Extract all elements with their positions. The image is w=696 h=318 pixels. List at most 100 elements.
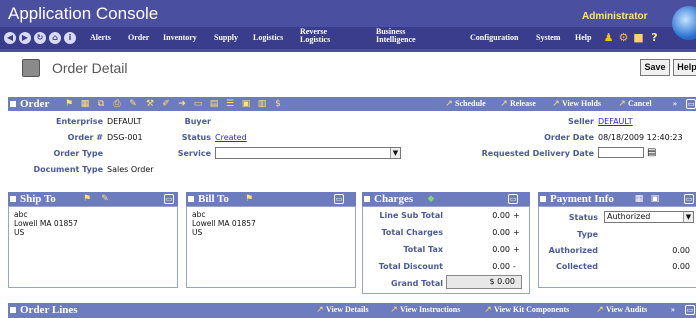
payment-type-label: Type <box>577 230 598 239</box>
flag-icon[interactable]: ⚑ <box>82 194 92 204</box>
dropdown-arrow-icon: ▼ <box>683 212 693 222</box>
order-lines-title: Order Lines <box>20 304 78 316</box>
service-select[interactable]: ▼ <box>215 147 401 159</box>
payment-info-title: Payment Info <box>550 193 614 205</box>
nav-logistics[interactable]: Logistics <box>253 34 283 42</box>
total-charges-value: 0.00 <box>492 228 510 237</box>
nav-system[interactable]: System <box>536 34 560 42</box>
minimize-icon[interactable]: ▭ <box>334 194 344 204</box>
palette-icon[interactable]: ■ <box>632 31 645 44</box>
wallet-icon[interactable]: ▣ <box>650 194 660 204</box>
address-line: Lowell MA 01857 <box>14 219 78 228</box>
total-discount-value: 0.00 <box>492 262 510 271</box>
collapse-square-icon[interactable] <box>364 196 370 202</box>
settings-icon[interactable]: ⚙ <box>617 31 630 44</box>
currency-icon[interactable]: $ <box>273 99 283 109</box>
nav-inventory[interactable]: Inventory <box>163 34 197 42</box>
seller-label: Seller <box>567 117 594 126</box>
info-icon[interactable]: i <box>64 32 76 44</box>
user-icon[interactable]: ♟ <box>602 31 615 44</box>
note-icon[interactable]: ✐ <box>161 99 171 109</box>
cancel-icon: ↗ <box>618 99 626 109</box>
total-tax-label: Total Tax <box>403 245 443 254</box>
minimize-icon[interactable]: ▭ <box>686 99 696 109</box>
tag-icon[interactable]: ◆ <box>426 194 436 204</box>
home-icon[interactable]: ⌂ <box>49 32 61 44</box>
copy-icon[interactable]: ⧉ <box>96 99 106 109</box>
schedule-action[interactable]: Schedule <box>455 97 486 111</box>
edit-address-icon[interactable]: ✎ <box>100 194 110 204</box>
document-type-value: Sales Order <box>107 165 154 174</box>
nav-alerts[interactable]: Alerts <box>90 34 111 42</box>
tools-icon[interactable]: ⚒ <box>145 99 155 109</box>
nav-reverse-logistics[interactable]: Reverse Logistics <box>300 28 330 44</box>
seller-link[interactable]: DEFAULT <box>598 117 633 126</box>
address-line: US <box>14 228 25 237</box>
minimize-icon[interactable]: ▭ <box>164 194 174 204</box>
cancel-action[interactable]: Cancel <box>628 97 652 111</box>
requested-delivery-input[interactable] <box>598 147 644 158</box>
view-instructions-action[interactable]: View Instructions <box>400 303 460 317</box>
calendar-icon[interactable]: ▤ <box>647 147 656 158</box>
more-actions[interactable]: » <box>671 303 675 317</box>
address-line: abc <box>192 210 206 219</box>
total-charges-label: Total Charges <box>381 228 443 237</box>
list-icon[interactable]: ☰ <box>225 99 235 109</box>
card-payment-icon[interactable]: ▦ <box>634 194 644 204</box>
total-tax-value: 0.00 <box>492 245 510 254</box>
help-icon[interactable]: ? <box>648 31 661 44</box>
minimize-icon[interactable]: ▭ <box>684 194 694 204</box>
collapse-square-icon[interactable] <box>10 307 16 313</box>
payment-status-value: Authorized <box>607 212 651 221</box>
user-name: Administrator <box>582 11 648 22</box>
grand-total-value: $ 0.00 <box>446 275 522 289</box>
print-icon[interactable]: ⎙ <box>112 99 122 109</box>
collapse-square-icon[interactable] <box>10 101 16 107</box>
order-date-label: Order Date <box>544 133 594 142</box>
collapse-square-icon[interactable] <box>10 196 16 202</box>
ship-to-title: Ship To <box>20 193 56 205</box>
flag-icon[interactable]: ⚑ <box>244 194 254 204</box>
minimize-icon[interactable]: ▭ <box>685 305 695 315</box>
save-button[interactable]: Save <box>640 59 670 76</box>
payment-status-select[interactable]: Authorized ▼ <box>604 211 694 223</box>
grid-icon[interactable]: ▦ <box>80 99 90 109</box>
total-discount-label: Total Discount <box>378 262 443 271</box>
add-sign: + <box>513 228 520 237</box>
box-icon[interactable]: ▣ <box>241 99 251 109</box>
minimize-icon[interactable]: ▭ <box>508 194 518 204</box>
status-link[interactable]: Created <box>215 133 247 142</box>
nav-configuration[interactable]: Configuration <box>470 34 518 42</box>
payment-info-header: Payment Info ▦ ▣ ▭ <box>538 192 696 206</box>
nav-supply[interactable]: Supply <box>214 34 238 42</box>
release-action[interactable]: Release <box>510 97 536 111</box>
collapse-square-icon[interactable] <box>540 196 546 202</box>
requested-delivery-label: Requested Delivery Date <box>481 149 594 158</box>
refresh-icon[interactable]: ↻ <box>34 32 46 44</box>
address-line: US <box>192 228 203 237</box>
nav-help[interactable]: Help <box>575 34 591 42</box>
collapse-square-icon[interactable] <box>188 196 194 202</box>
card-icon[interactable]: ▭ <box>193 99 203 109</box>
status-label: Status <box>181 133 211 142</box>
edit-icon[interactable]: ✎ <box>128 99 138 109</box>
ship-to-header: Ship To ⚑ ✎ ▭ <box>8 192 178 206</box>
order-section-header: Order ⚑ ▦ ⧉ ⎙ ✎ ⚒ ✐ ➜ ▭ ▤ ☰ ▣ ▥ $ ↗ Sche… <box>8 97 696 111</box>
enterprise-value: DEFAULT <box>107 117 142 126</box>
buyer-label: Buyer <box>184 117 211 126</box>
document-icon[interactable]: ▤ <box>209 99 219 109</box>
view-audits-action[interactable]: View Audits <box>606 303 647 317</box>
more-actions[interactable]: » <box>673 97 677 111</box>
nav-order[interactable]: Order <box>128 34 149 42</box>
view-holds-action[interactable]: View Holds <box>562 97 601 111</box>
forward-icon[interactable]: ▶ <box>19 32 31 44</box>
back-icon[interactable]: ◀ <box>4 32 16 44</box>
help-button[interactable]: Help <box>673 59 696 76</box>
view-details-action[interactable]: View Details <box>326 303 369 317</box>
clipboard-icon[interactable]: ▥ <box>257 99 267 109</box>
view-kit-components-action[interactable]: View Kit Components <box>494 303 569 317</box>
order-type-label: Order Type <box>53 149 103 158</box>
forward-arrow-icon[interactable]: ➜ <box>177 99 187 109</box>
network-icon[interactable]: ⚑ <box>64 99 74 109</box>
nav-business-intelligence[interactable]: Business Intelligence <box>376 28 416 44</box>
